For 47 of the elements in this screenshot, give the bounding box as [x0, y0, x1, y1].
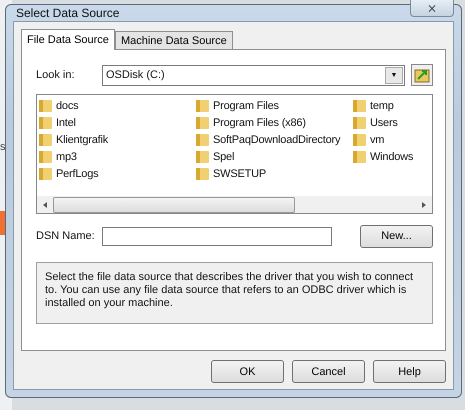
folder-icon [39, 132, 52, 146]
folder-item[interactable]: vm [353, 131, 432, 148]
look-in-label: Look in: [36, 69, 76, 81]
new-button[interactable]: New... [360, 224, 433, 248]
folder-icon [196, 98, 209, 112]
scroll-left-icon[interactable] [41, 200, 49, 208]
folder-item[interactable]: docs [39, 97, 196, 114]
folder-icon [353, 132, 366, 146]
folder-item[interactable]: Spel [196, 148, 353, 165]
folder-item[interactable]: SoftPaqDownloadDirectory [196, 131, 353, 148]
folder-item[interactable]: Klientgrafik [39, 131, 196, 148]
folder-item[interactable]: Program Files [196, 97, 353, 114]
folder-icon [39, 166, 52, 180]
folder-icon [196, 116, 209, 130]
horizontal-scrollbar[interactable] [37, 196, 432, 213]
folder-icon [196, 166, 209, 180]
folder-arrow-icon [414, 67, 430, 83]
dialog-button[interactable]: OK [211, 360, 284, 383]
folder-item[interactable]: Windows [353, 148, 432, 165]
scroll-right-icon[interactable] [420, 200, 428, 208]
folder-icon [39, 150, 52, 164]
folder-item[interactable]: SWSETUP [196, 165, 353, 182]
up-folder-button[interactable] [411, 64, 433, 86]
tab[interactable]: File Data Source [21, 29, 115, 50]
folder-item[interactable]: mp3 [39, 148, 196, 165]
folder-icon [353, 150, 366, 164]
dsn-name-field[interactable] [102, 226, 332, 246]
folder-item[interactable]: Program Files (x86) [196, 114, 353, 131]
tab[interactable]: Machine Data Source [114, 31, 233, 49]
dialog-button[interactable]: Cancel [292, 360, 365, 383]
scroll-thumb[interactable] [53, 197, 295, 213]
dialog-button[interactable]: Help [373, 360, 446, 383]
background-text: s [0, 141, 6, 153]
description-text: Select the file data source that describes the driver that you wish to connect to. You can use any file data source that refers to an ODBC driver which is installed on your machine. [45, 271, 414, 310]
window-title: Select Data Source [15, 6, 120, 20]
folder-icon [196, 150, 209, 164]
folder-item[interactable]: PerfLogs [39, 165, 196, 182]
folder-icon [353, 98, 366, 112]
folder-icon [196, 132, 209, 146]
close-button[interactable]: ⨯ [410, 0, 454, 17]
folder-icon [39, 98, 52, 112]
folder-icon [39, 116, 52, 130]
folder-item[interactable]: Intel [39, 114, 196, 131]
folder-icon [353, 116, 366, 130]
folder-item[interactable]: Users [353, 114, 432, 131]
dsn-name-label: DSN Name: [36, 230, 96, 242]
folder-item[interactable]: temp [353, 97, 432, 114]
